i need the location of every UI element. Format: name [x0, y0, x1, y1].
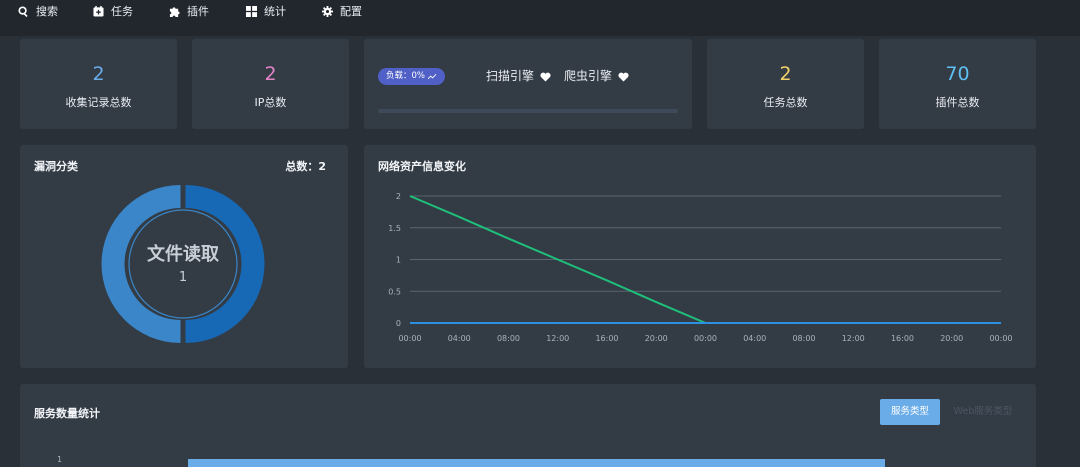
donut-center-label: 文件读取: [147, 243, 220, 265]
scan-engine-status: 扫描引擎: [486, 68, 551, 85]
x-tick-label: 16:00: [891, 334, 914, 343]
x-tick-label: 00:00: [989, 334, 1012, 343]
nav-tasks[interactable]: 任务: [93, 2, 133, 20]
nav-config[interactable]: 配置: [322, 2, 362, 20]
y-tick-label: 1.5: [388, 224, 401, 233]
nav-config-label: 配置: [340, 5, 362, 18]
gear-icon: [322, 5, 333, 17]
nav-tasks-label: 任务: [111, 5, 133, 18]
x-tick-label: 00:00: [398, 334, 421, 343]
service-stats-card: 服务数量统计 1: [20, 384, 1036, 467]
stat-card-ip: 2 IP总数: [192, 39, 349, 129]
plugins-count: 70: [945, 63, 970, 85]
stat-card-records: 2 收集记录总数: [20, 39, 177, 129]
network-change-card: 网络资产信息变化 0 0.5 1 1.5 2 00:00 04:00 08:00 12:00 16…: [364, 145, 1036, 368]
grid-icon: [246, 5, 257, 17]
x-tick-label: 00:00: [694, 334, 717, 343]
nav-plugins-label: 插件: [187, 5, 209, 18]
records-label: 收集记录总数: [65, 96, 132, 109]
plugins-label: 插件总数: [935, 96, 980, 109]
vuln-category-card: 漏洞分类 总数：2 文件读取 1: [20, 145, 348, 368]
records-count: 2: [92, 63, 105, 85]
x-tick-label: 08:00: [792, 334, 815, 343]
ip-count: 2: [264, 63, 277, 85]
x-tick-label: 04:00: [448, 334, 471, 343]
trend-icon: [428, 73, 437, 79]
load-badge: 负载：0%: [378, 68, 445, 85]
y-tick-label: 0.5: [388, 287, 401, 296]
nav-stats-label: 统计: [264, 5, 286, 18]
y-tick-label: 1: [396, 256, 401, 265]
x-tick-label: 12:00: [546, 334, 569, 343]
nav-search[interactable]: 搜索: [18, 2, 58, 20]
nav-stats[interactable]: 统计: [246, 2, 286, 20]
service-axis-tick: 1: [57, 455, 63, 464]
crawler-engine-status: 爬虫引擎: [564, 68, 629, 85]
x-tick-label: 16:00: [595, 334, 618, 343]
y-tick-label: 0: [396, 319, 401, 328]
puzzle-icon: [169, 6, 180, 17]
vuln-donut-chart: 文件读取 1: [101, 185, 265, 343]
tasks-count: 2: [779, 63, 792, 85]
tab-service-type[interactable]: 服务类型: [880, 399, 940, 425]
nav-search-label: 搜索: [36, 5, 58, 18]
task-calendar-icon: [93, 5, 104, 17]
stat-card-plugins: 70 插件总数: [879, 39, 1036, 129]
load-badge-label: 负载：0%: [386, 71, 425, 81]
load-progress-track: [378, 109, 678, 113]
tab-web-service-type[interactable]: Web服务类型: [950, 399, 1016, 425]
x-tick-label: 20:00: [645, 334, 668, 343]
search-icon: [18, 5, 28, 17]
service-title: 服务数量统计: [34, 407, 100, 420]
y-tick-label: 2: [396, 192, 401, 201]
donut-center-value: 1: [179, 270, 187, 285]
ip-label: IP总数: [254, 96, 287, 109]
x-tick-label: 04:00: [743, 334, 766, 343]
nav-plugins[interactable]: 插件: [169, 2, 209, 20]
crawler-engine-label: 爬虫引擎: [564, 69, 613, 83]
network-line-chart: 0 0.5 1 1.5 2 00:00 04:00 08:00 12:00 16:00 20:00 0…: [388, 192, 1012, 343]
service-bar[interactable]: [188, 459, 885, 467]
x-tick-label: 12:00: [842, 334, 865, 343]
engine-status-card: 负载：0% 扫描引擎 爬虫引擎: [364, 39, 692, 129]
tasks-label: 任务总数: [763, 96, 808, 109]
heart-icon: [540, 72, 551, 82]
x-tick-label: 20:00: [940, 334, 963, 343]
top-nav-bar: 搜索 任务 插件 统计 配置: [0, 0, 1080, 36]
stat-card-tasks: 2 任务总数: [707, 39, 864, 129]
x-tick-label: 08:00: [497, 334, 520, 343]
heart-icon: [618, 72, 629, 82]
scan-engine-label: 扫描引擎: [486, 69, 535, 83]
